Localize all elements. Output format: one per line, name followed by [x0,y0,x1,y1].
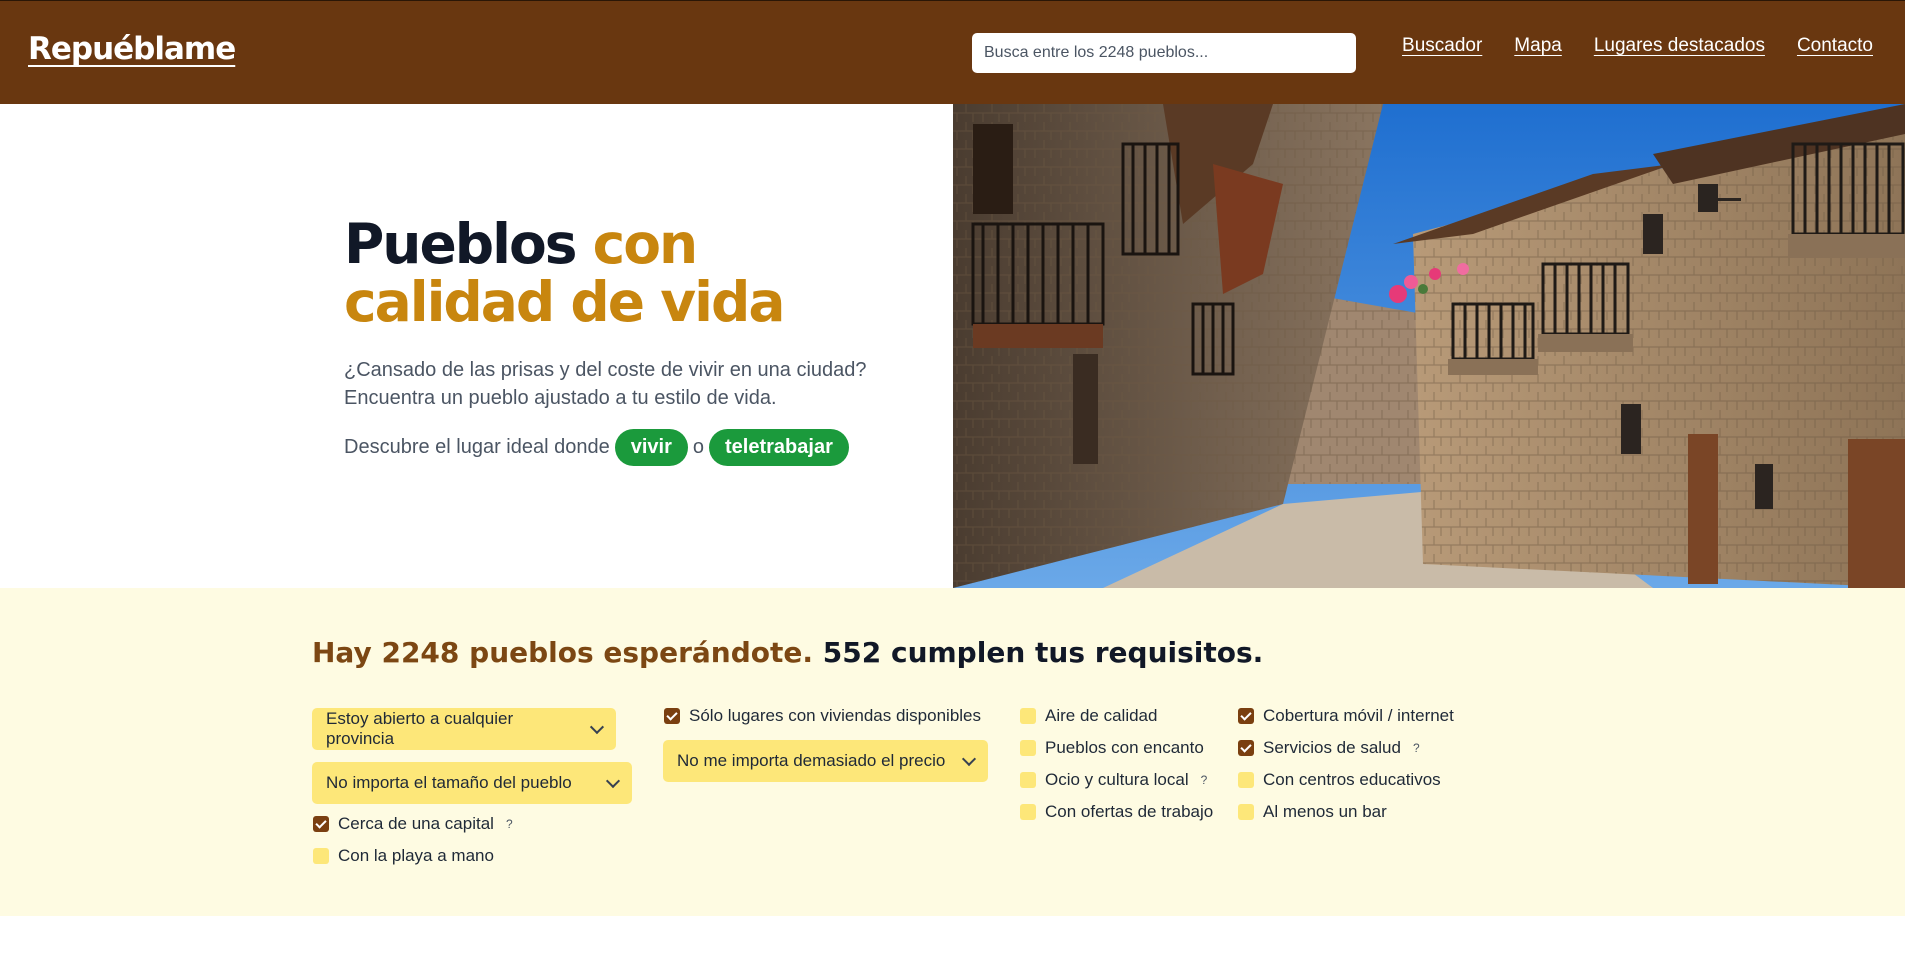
chevron-down-icon [961,751,977,766]
teletrabajar-button[interactable]: teletrabajar [709,428,849,466]
price-select-value: No me importa demasiado el precio [677,751,946,770]
matching-villages-text: 552 cumplen tus requisitos. [813,636,1264,669]
checkbox-label: Con ofertas de trabajo [1045,802,1214,821]
hero-title: Pueblos con calidad de vida [344,215,824,331]
nav-link-contacto[interactable]: Contacto [1797,35,1873,59]
help-icon[interactable]: ? [1201,773,1208,787]
checkbox-label: Aire de calidad [1045,706,1158,725]
checkbox-label: Servicios de salud [1263,738,1401,757]
chevron-down-icon [605,773,621,788]
checkbox-checked-icon [1238,708,1254,724]
checkbox-label: Con la playa a mano [338,846,494,865]
checkbox-unchecked-icon [313,848,329,864]
bar-checkbox[interactable]: Al menos un bar [1238,801,1387,823]
hero-subtitle-line: Encuentra un pueblo ajustado a tu estilo… [344,387,777,409]
hero-subtitle-line: ¿Cansado de las prisas y del coste de vi… [344,359,867,381]
cta-prefix: Descubre el lugar ideal donde [344,435,610,458]
hero-village-street-image [953,104,1905,588]
mobile-coverage-checkbox[interactable]: Cobertura móvil / internet [1238,705,1454,727]
vivir-button[interactable]: vivir [614,428,688,466]
price-select[interactable]: No me importa demasiado el precio [663,740,988,782]
cta-connector: o [692,435,705,458]
search-input[interactable] [972,33,1356,73]
site-logo[interactable]: Repuéblame [28,31,236,67]
checkbox-label: Ocio y cultura local [1045,770,1189,789]
checkbox-label: Con centros educativos [1263,770,1441,789]
checkbox-unchecked-icon [1238,772,1254,788]
checkbox-unchecked-icon [1238,804,1254,820]
health-services-checkbox[interactable]: Servicios de salud ? [1238,737,1420,759]
housing-available-checkbox[interactable]: Sólo lugares con viviendas disponibles [664,705,981,727]
checkbox-label: Cobertura móvil / internet [1263,706,1454,725]
town-size-select-value: No importa el tamaño del pueblo [326,773,572,792]
town-size-select[interactable]: No importa el tamaño del pueblo [312,762,632,804]
checkbox-unchecked-icon [1020,772,1036,788]
air-quality-checkbox[interactable]: Aire de calidad [1020,705,1157,727]
checkbox-label: Pueblos con encanto [1045,738,1204,757]
hero-section [0,104,953,588]
hero-title-main: Pueblos [344,212,593,276]
help-icon[interactable]: ? [506,817,513,831]
results-count-title: Hay 2248 pueblos esperándote. 552 cumple… [312,636,1263,669]
checkbox-checked-icon [313,816,329,832]
nav-link-buscador[interactable]: Buscador [1402,35,1482,59]
checkbox-unchecked-icon [1020,804,1036,820]
charm-checkbox[interactable]: Pueblos con encanto [1020,737,1204,759]
checkbox-unchecked-icon [1020,740,1036,756]
jobs-checkbox[interactable]: Con ofertas de trabajo [1020,801,1213,823]
chevron-down-icon [590,719,605,734]
nav-link-mapa[interactable]: Mapa [1514,35,1562,59]
checkbox-checked-icon [664,708,680,724]
nav-link-lugares-destacados[interactable]: Lugares destacados [1594,35,1765,59]
checkbox-unchecked-icon [1020,708,1036,724]
province-select[interactable]: Estoy abierto a cualquier provincia [312,708,616,750]
checkbox-label: Sólo lugares con viviendas disponibles [689,706,982,725]
schools-checkbox[interactable]: Con centros educativos [1238,769,1441,791]
checkbox-label: Al menos un bar [1263,802,1387,821]
beach-checkbox[interactable]: Con la playa a mano [313,845,494,867]
hero-subtitle: ¿Cansado de las prisas y del coste de vi… [344,356,904,412]
checkbox-checked-icon [1238,740,1254,756]
checkbox-label: Cerca de una capital [338,814,494,833]
site-header: Repuéblame Buscador Mapa Lugares destaca… [0,0,1905,104]
help-icon[interactable]: ? [1413,741,1420,755]
province-select-value: Estoy abierto a cualquier provincia [326,709,514,748]
culture-checkbox[interactable]: Ocio y cultura local ? [1020,769,1207,791]
hero-cta: Descubre el lugar ideal donde vivir o te… [344,427,854,467]
near-capital-checkbox[interactable]: Cerca de una capital ? [313,813,513,835]
total-villages-text: Hay 2248 pueblos esperándote. [312,636,814,669]
main-nav: Buscador Mapa Lugares destacados Contact… [1402,35,1873,59]
